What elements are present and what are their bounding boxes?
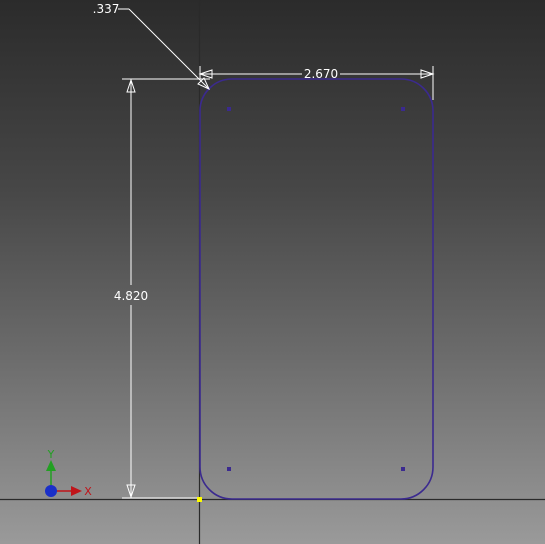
sketch-canvas[interactable]: 2.670 4.820 .337 Y X: [0, 0, 545, 544]
hole-center-point-top-right[interactable]: [401, 107, 405, 111]
triad-origin-icon: [45, 485, 57, 497]
radius-dimension-label[interactable]: .337: [93, 2, 120, 16]
hole-center-point-bottom-left[interactable]: [227, 467, 231, 471]
triad-y-arrow-icon: [46, 460, 56, 471]
rounded-rectangle-profile[interactable]: [199, 78, 434, 500]
width-dimension-label[interactable]: 2.670: [304, 67, 338, 81]
sketch-origin-point[interactable]: [197, 497, 202, 502]
hole-center-point-bottom-right[interactable]: [401, 467, 405, 471]
triad-x-label: X: [84, 485, 92, 498]
triad-x-arrow-icon: [71, 486, 82, 496]
sketch-viewport[interactable]: 2.670 4.820 .337 Y X: [0, 0, 545, 544]
height-dimension[interactable]: 4.820: [114, 78, 210, 499]
hole-center-point-top-left[interactable]: [227, 107, 231, 111]
height-dimension-label[interactable]: 4.820: [114, 289, 148, 303]
radius-leader-diagonal: [128, 8, 210, 90]
radius-dimension[interactable]: .337: [93, 2, 211, 91]
coordinate-triad: Y X: [45, 448, 92, 498]
width-dimension[interactable]: 2.670: [198, 66, 435, 100]
triad-y-label: Y: [47, 448, 55, 461]
